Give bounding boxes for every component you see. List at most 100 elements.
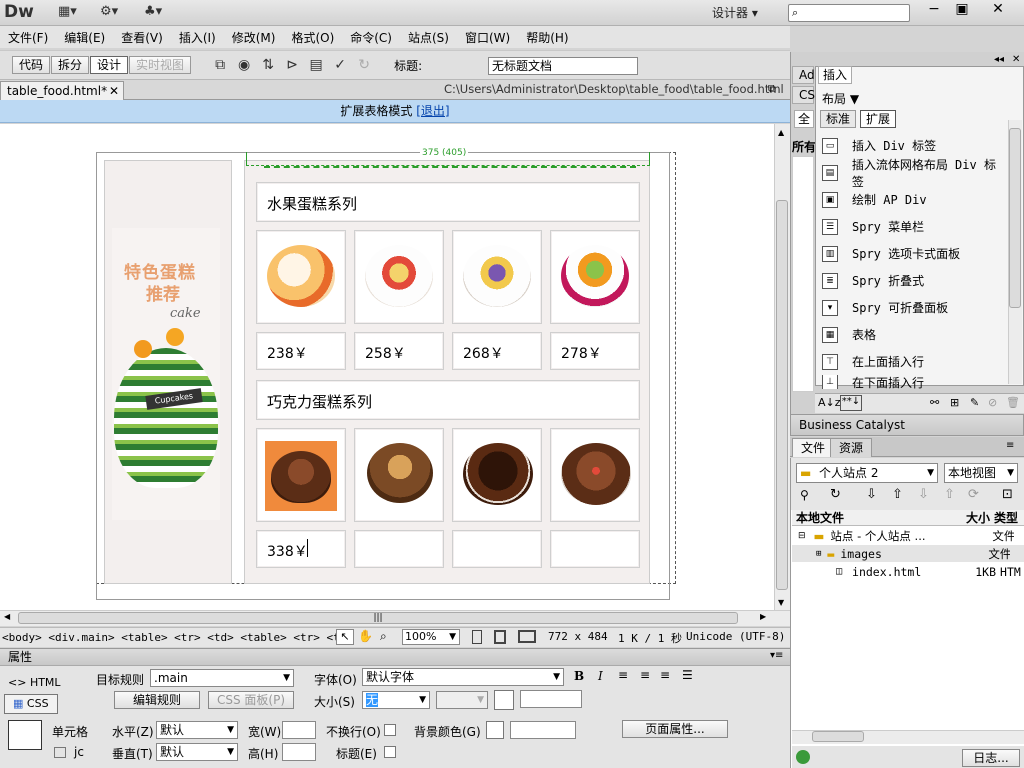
align-right-icon[interactable]: ≡: [660, 668, 670, 682]
side-tab-css[interactable]: CS: [792, 86, 815, 104]
spry-accordion-item[interactable]: ≣ Spry 折叠式: [818, 267, 1006, 294]
insert-row-below-item[interactable]: ⊥ 在下面插入行: [818, 375, 1006, 389]
cake-cell[interactable]: [550, 230, 640, 324]
code-view-button[interactable]: 代码: [12, 56, 51, 74]
menu-window[interactable]: 窗口(W): [465, 29, 510, 46]
site-select[interactable]: ▬ 个人站点 2 ▼: [796, 463, 938, 483]
cake-cell[interactable]: [354, 428, 444, 522]
attach-stylesheet-icon[interactable]: ⚯: [930, 396, 939, 409]
cake-cell[interactable]: [256, 428, 346, 522]
layout-category-select[interactable]: 布局 ▼: [822, 90, 859, 107]
cake-cell[interactable]: [550, 428, 640, 522]
window-size[interactable]: 772 x 484: [548, 630, 608, 643]
page-properties-button[interactable]: 页面属性...: [622, 720, 728, 738]
css-mode-button[interactable]: ▦ CSS: [4, 694, 58, 714]
bgcolor-input[interactable]: [510, 721, 576, 739]
close-button[interactable]: ✕: [978, 0, 1018, 20]
edit-rule-button[interactable]: 编辑规则: [114, 691, 200, 709]
tablet-size-icon[interactable]: [494, 630, 506, 644]
delete-rule-icon[interactable]: 🗑: [1006, 396, 1020, 409]
disable-rule-icon[interactable]: ⊘: [988, 396, 997, 409]
text-color-input[interactable]: [520, 690, 582, 708]
menu-format[interactable]: 格式(O): [291, 29, 334, 46]
spry-collapsible-item[interactable]: ▾ Spry 可折叠面板: [818, 294, 1006, 321]
file-management-icon[interactable]: ⇅: [256, 55, 280, 75]
log-button[interactable]: 日志...: [962, 749, 1020, 767]
justify-icon[interactable]: ☰: [682, 668, 693, 682]
checkout-icon[interactable]: ⇩: [918, 487, 929, 502]
css-panel-button[interactable]: CSS 面板(P): [208, 691, 294, 709]
col-size[interactable]: 大小: [954, 509, 994, 526]
menu-view[interactable]: 查看(V): [121, 29, 163, 46]
spry-tabbed-panels-item[interactable]: ▥ Spry 选项卡式面板: [818, 240, 1006, 267]
file-tree-row[interactable]: ⊟ ▬ 站点 - 个人站点 ... 文件: [792, 527, 1024, 544]
price-cell[interactable]: 258￥: [354, 332, 444, 370]
document-title-input[interactable]: 无标题文档: [488, 57, 638, 75]
size-select[interactable]: 无 ▼: [362, 691, 430, 709]
scroll-left-icon[interactable]: ◀: [4, 612, 10, 621]
refresh-icon[interactable]: ↻: [352, 55, 376, 75]
align-left-icon[interactable]: ≡: [618, 668, 628, 682]
section1-title-cell[interactable]: 水果蛋糕系列: [256, 182, 640, 222]
price-cell[interactable]: [550, 530, 640, 568]
mobile-size-icon[interactable]: [472, 630, 482, 644]
menu-edit[interactable]: 编辑(E): [64, 29, 105, 46]
exit-expanded-link[interactable]: [退出]: [416, 104, 449, 118]
price-cell[interactable]: 268￥: [452, 332, 542, 370]
expand-files-icon[interactable]: ⊡: [1002, 487, 1013, 502]
design-view-button[interactable]: 设计: [90, 56, 129, 74]
col-type[interactable]: 类型: [994, 509, 1024, 526]
preview-browser-icon[interactable]: ◉: [232, 55, 256, 75]
cake-cell[interactable]: [452, 428, 542, 522]
site-icon[interactable]: ♣▾: [144, 4, 162, 22]
gear-icon[interactable]: ⚙▾: [100, 4, 118, 22]
col-local-files[interactable]: 本地文件: [792, 509, 954, 526]
price-cell[interactable]: [354, 530, 444, 568]
side-tab-all[interactable]: 全: [794, 110, 814, 128]
bgcolor-picker[interactable]: [486, 721, 504, 739]
close-tab-icon[interactable]: ✕: [109, 82, 119, 100]
text-color-picker[interactable]: [494, 690, 514, 710]
panel-menu-icon[interactable]: ▾≡: [770, 650, 783, 661]
validate-icon[interactable]: ✓: [328, 55, 352, 75]
inspect-icon[interactable]: ⊳: [280, 55, 304, 75]
files-tab[interactable]: 文件: [792, 438, 835, 457]
close-panels-icon[interactable]: ✕: [1012, 54, 1020, 65]
split-cells-icon[interactable]: jc: [74, 745, 84, 759]
font-select[interactable]: 默认字体 ▼: [362, 668, 564, 686]
expand-icon[interactable]: ⊞: [816, 549, 821, 559]
scroll-right-icon[interactable]: ▶: [760, 612, 766, 621]
vert-align-select[interactable]: 默认 ▼: [156, 743, 238, 761]
size-unit-select[interactable]: ▼: [436, 691, 488, 709]
get-files-icon[interactable]: ⇩: [866, 487, 877, 502]
connect-icon[interactable]: ⚲: [800, 488, 809, 502]
css-rules-list[interactable]: [792, 156, 814, 392]
italic-button[interactable]: I: [598, 669, 603, 683]
menu-modify[interactable]: 修改(M): [232, 29, 276, 46]
side-tab-ad[interactable]: Ad: [792, 66, 815, 84]
menu-site[interactable]: 站点(S): [408, 29, 449, 46]
file-tree-row[interactable]: ◫ index.html 1KB HTM: [792, 563, 1024, 580]
sync-icon[interactable]: ⟳: [968, 487, 979, 502]
hand-tool-icon[interactable]: ✋: [358, 629, 373, 643]
horizontal-scroll-thumb[interactable]: |||: [18, 612, 738, 624]
maximize-button[interactable]: ▣: [946, 0, 978, 20]
align-center-icon[interactable]: ≡: [640, 668, 650, 682]
edit-rule-icon[interactable]: ✎: [970, 396, 979, 409]
document-tab[interactable]: table_food.html* ✕: [0, 81, 124, 100]
menu-help[interactable]: 帮助(H): [526, 29, 568, 46]
height-input[interactable]: [282, 743, 316, 761]
zoom-select[interactable]: 100% ▼: [402, 629, 460, 645]
split-view-button[interactable]: 拆分: [51, 56, 90, 74]
business-catalyst-panel[interactable]: Business Catalyst: [790, 414, 1024, 436]
layout-icon[interactable]: ▦▾: [58, 4, 77, 22]
insert-tab[interactable]: 插入: [818, 66, 852, 84]
tag-selector[interactable]: <body> <div.main> <table> <tr> <td> <tab…: [2, 631, 353, 644]
price-cell[interactable]: 338￥: [256, 530, 346, 568]
scroll-down-icon[interactable]: ▼: [778, 598, 784, 607]
cake-cell[interactable]: [452, 230, 542, 324]
put-files-icon[interactable]: ⇧: [892, 487, 903, 502]
scroll-up-icon[interactable]: ▲: [778, 128, 784, 137]
visual-aids-icon[interactable]: ▤: [304, 55, 328, 75]
menu-commands[interactable]: 命令(C): [350, 29, 392, 46]
